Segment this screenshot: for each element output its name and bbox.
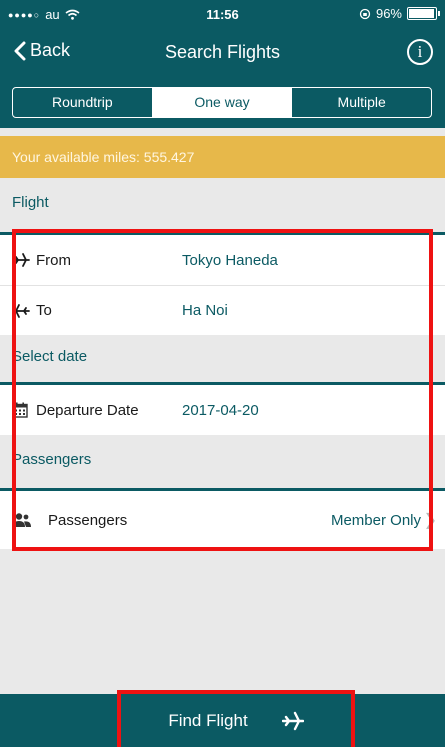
row-icon-to	[0, 302, 36, 320]
row-icon-from	[0, 251, 36, 269]
from-row[interactable]: From Tokyo Haneda	[0, 235, 445, 285]
back-label: Back	[30, 40, 71, 60]
battery-icon	[407, 7, 440, 20]
tab-roundtrip[interactable]: Roundtrip	[13, 88, 153, 117]
departure-date-row[interactable]: Departure Date 2017-04-20	[0, 385, 445, 435]
trip-type-segmented-control: Roundtrip One way Multiple	[12, 87, 432, 118]
from-label: From	[36, 251, 71, 269]
passengers-row[interactable]: Passengers Member Only ❯	[0, 491, 445, 549]
row-icon-date	[0, 402, 36, 418]
users-icon	[13, 513, 31, 527]
date-card: Departure Date 2017-04-20	[0, 382, 445, 435]
tab-multiple[interactable]: Multiple	[292, 88, 431, 117]
section-header-passengers: Passengers	[12, 451, 92, 468]
plane-departure-icon	[12, 253, 30, 267]
battery-fill	[409, 9, 434, 18]
to-label: To	[36, 302, 52, 319]
section-header-flight: Flight	[12, 194, 49, 211]
status-right: 96%	[359, 6, 440, 21]
passengers-card: Passengers Member Only ❯	[0, 488, 445, 549]
orientation-lock-icon	[359, 8, 371, 19]
to-value: Ha Noi	[182, 302, 228, 319]
plane-arrival-icon	[12, 303, 30, 318]
find-flight-label: Find Flight	[168, 710, 248, 730]
battery-tip	[438, 11, 440, 16]
chevron-right-icon: ❯	[423, 512, 437, 529]
passengers-label: Passengers	[48, 511, 128, 529]
passengers-value: Member Only	[330, 511, 421, 529]
section-header-date: Select date	[12, 348, 88, 365]
plane-icon	[281, 711, 304, 730]
to-row[interactable]: To Ha Noi	[0, 285, 445, 335]
flight-card: From Tokyo Haneda To Ha Noi	[0, 232, 445, 335]
info-icon[interactable]: i	[407, 39, 433, 65]
battery-percent: 96%	[375, 6, 402, 21]
back-button[interactable]: Back	[14, 40, 70, 61]
departure-date-value: 2017-04-20	[182, 401, 259, 419]
row-icon-passengers	[0, 512, 48, 528]
nav-bar: Back Search Flights i	[0, 28, 445, 80]
from-value: Tokyo Haneda	[182, 251, 278, 269]
chevron-left-icon	[14, 41, 26, 60]
tab-one-way[interactable]: One way	[152, 88, 293, 117]
departure-date-label: Departure Date	[36, 401, 139, 419]
find-flight-button[interactable]: Find Flight	[117, 690, 355, 747]
calendar-icon	[12, 402, 28, 418]
status-bar: ●●●●○ au 11:56 96%	[0, 0, 445, 28]
trip-type-area: Roundtrip One way Multiple	[0, 80, 445, 128]
miles-banner: Your available miles: 555.427	[0, 136, 445, 178]
